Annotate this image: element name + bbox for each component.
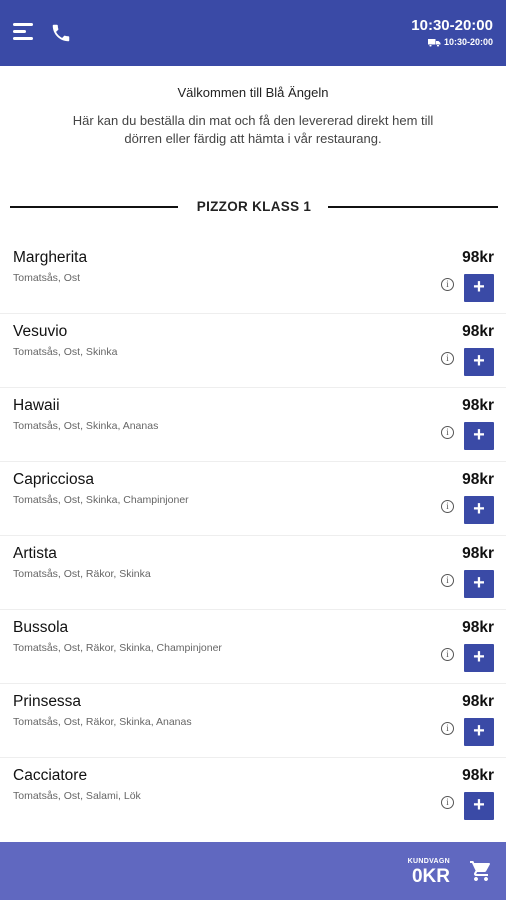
add-to-cart-button[interactable]: + bbox=[464, 496, 494, 524]
item-name: Margherita bbox=[13, 249, 88, 266]
top-bar: 10:30-20:00 10:30-20:00 bbox=[0, 0, 506, 66]
item-price: 98kr bbox=[462, 397, 494, 414]
welcome-section: Välkommen till Blå Ängeln Här kan du bes… bbox=[0, 84, 506, 148]
item-price: 98kr bbox=[462, 249, 494, 266]
opening-hours-main: 10:30-20:00 bbox=[411, 17, 493, 34]
info-icon[interactable]: i bbox=[441, 574, 454, 587]
item-description: Tomatsås, Ost, Räkor, Skinka, Ananas bbox=[13, 716, 192, 728]
item-name: Vesuvio bbox=[13, 323, 68, 340]
cart-summary: KUNDVAGN 0KR bbox=[408, 857, 450, 888]
info-icon[interactable]: i bbox=[441, 648, 454, 661]
shopping-cart-icon[interactable] bbox=[468, 859, 494, 883]
menu-icon[interactable] bbox=[13, 23, 35, 43]
info-icon[interactable]: i bbox=[441, 500, 454, 513]
add-to-cart-button[interactable]: + bbox=[464, 348, 494, 376]
item-description: Tomatsås, Ost, Skinka, Champinjoner bbox=[13, 494, 189, 506]
cart-bar[interactable]: KUNDVAGN 0KR bbox=[0, 842, 506, 900]
section-heading: PIZZOR KLASS 1 bbox=[10, 198, 498, 216]
add-to-cart-button[interactable]: + bbox=[464, 792, 494, 820]
welcome-text: Här kan du beställa din mat och få den l… bbox=[72, 113, 434, 146]
item-price: 98kr bbox=[462, 693, 494, 710]
item-description: Tomatsås, Ost, Skinka bbox=[13, 346, 118, 358]
item-price: 98kr bbox=[462, 471, 494, 488]
item-name: Hawaii bbox=[13, 397, 60, 414]
add-to-cart-button[interactable]: + bbox=[464, 570, 494, 598]
menu-item: Artista Tomatsås, Ost, Räkor, Skinka 98k… bbox=[0, 536, 506, 610]
info-icon[interactable]: i bbox=[441, 796, 454, 809]
item-description: Tomatsås, Ost bbox=[13, 272, 81, 284]
menu-item: Capricciosa Tomatsås, Ost, Skinka, Champ… bbox=[0, 462, 506, 536]
item-price: 98kr bbox=[462, 767, 494, 784]
truck-icon bbox=[427, 38, 441, 47]
info-icon[interactable]: i bbox=[441, 426, 454, 439]
delivery-hours-text: 10:30-20:00 bbox=[443, 37, 493, 47]
item-name: Artista bbox=[13, 545, 57, 562]
item-description: Tomatsås, Ost, Salami, Lök bbox=[13, 790, 141, 802]
add-to-cart-button[interactable]: + bbox=[464, 274, 494, 302]
opening-hours: 10:30-20:00 10:30-20:00 bbox=[411, 17, 493, 48]
cart-total: 0KR bbox=[411, 866, 450, 887]
section-divider-right bbox=[328, 206, 498, 208]
menu-item: Bussola Tomatsås, Ost, Räkor, Skinka, Ch… bbox=[0, 610, 506, 684]
item-name: Capricciosa bbox=[13, 471, 94, 488]
menu-item: Cacciatore Tomatsås, Ost, Salami, Lök 98… bbox=[0, 758, 506, 832]
item-price: 98kr bbox=[462, 619, 494, 636]
item-name: Bussola bbox=[13, 619, 69, 636]
menu-item: Prinsessa Tomatsås, Ost, Räkor, Skinka, … bbox=[0, 684, 506, 758]
add-to-cart-button[interactable]: + bbox=[464, 644, 494, 672]
menu-list: Margherita Tomatsås, Ost 98kr i + Vesuvi… bbox=[0, 240, 506, 832]
phone-icon[interactable] bbox=[50, 22, 72, 44]
add-to-cart-button[interactable]: + bbox=[464, 422, 494, 450]
item-description: Tomatsås, Ost, Räkor, Skinka, Champinjon… bbox=[13, 642, 222, 654]
welcome-title: Välkommen till Blå Ängeln bbox=[177, 85, 329, 100]
info-icon[interactable]: i bbox=[441, 722, 454, 735]
delivery-hours: 10:30-20:00 bbox=[411, 36, 493, 48]
add-to-cart-button[interactable]: + bbox=[464, 718, 494, 746]
item-price: 98kr bbox=[462, 545, 494, 562]
item-description: Tomatsås, Ost, Skinka, Ananas bbox=[13, 420, 159, 432]
item-price: 98kr bbox=[462, 323, 494, 340]
menu-item: Margherita Tomatsås, Ost 98kr i + bbox=[0, 240, 506, 314]
item-description: Tomatsås, Ost, Räkor, Skinka bbox=[13, 568, 151, 580]
item-name: Cacciatore bbox=[13, 767, 88, 784]
menu-item: Vesuvio Tomatsås, Ost, Skinka 98kr i + bbox=[0, 314, 506, 388]
info-icon[interactable]: i bbox=[441, 352, 454, 365]
info-icon[interactable]: i bbox=[441, 278, 454, 291]
cart-label: KUNDVAGN bbox=[407, 858, 450, 865]
menu-item: Hawaii Tomatsås, Ost, Skinka, Ananas 98k… bbox=[0, 388, 506, 462]
item-name: Prinsessa bbox=[13, 693, 82, 710]
